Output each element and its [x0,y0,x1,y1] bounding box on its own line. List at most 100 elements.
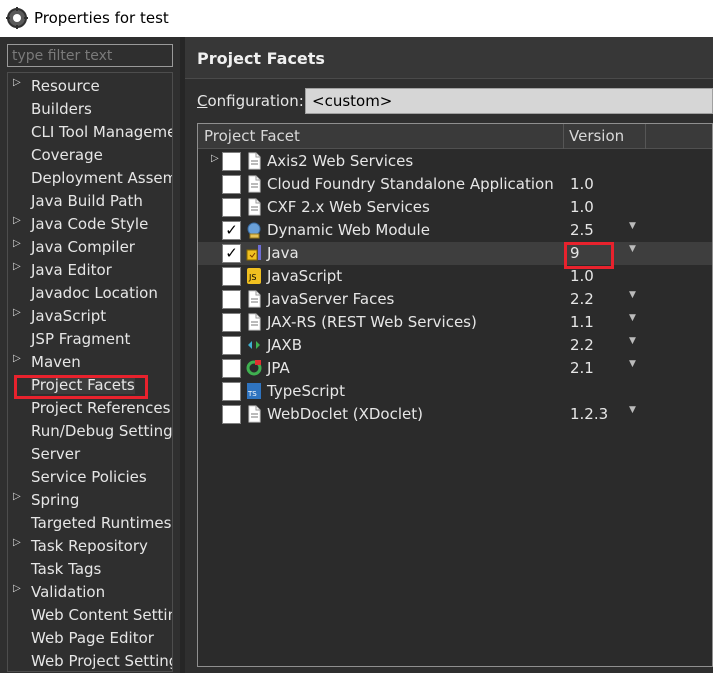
expand-chevron-icon[interactable]: ▷ [13,583,21,594]
document-icon [246,175,262,193]
facet-name: JAX-RS (REST Web Services) [267,313,477,331]
table-row[interactable]: TS TypeScript [198,380,712,403]
sidebar-item-java-editor[interactable]: ▷ Java Editor [8,259,172,282]
sidebar-item-javadoc-location[interactable]: Javadoc Location [8,282,172,305]
jpa-icon [246,359,262,377]
configuration-select[interactable]: <custom> [305,88,713,114]
facet-checkbox[interactable] [222,336,241,355]
sidebar-item-cli-tool-manageme[interactable]: CLI Tool Manageme [8,121,172,144]
facet-checkbox[interactable] [222,198,241,217]
facet-checkbox[interactable] [222,152,241,171]
sidebar-item-maven[interactable]: ▷ Maven [8,351,172,374]
sidebar-item-java-code-style[interactable]: ▷ Java Code Style [8,213,172,236]
sidebar-item-validation[interactable]: ▷ Validation [8,581,172,604]
facet-checkbox[interactable] [222,359,241,378]
dropdown-arrow-icon[interactable]: ▼ [629,359,636,369]
expand-chevron-icon[interactable]: ▷ [13,261,21,272]
sidebar-item-java-build-path[interactable]: Java Build Path [8,190,172,213]
sidebar-item-label: Javadoc Location [31,284,158,302]
sidebar-item-label: Deployment Assemb [31,169,173,187]
facet-version[interactable]: 1.0 [570,267,594,285]
facet-checkbox[interactable] [222,175,241,194]
dropdown-arrow-icon[interactable]: ▼ [629,336,636,346]
configuration-label-text: onfiguration: [207,92,304,110]
facet-name: Dynamic Web Module [267,221,430,239]
facet-checkbox[interactable] [222,382,241,401]
sidebar-item-task-repository[interactable]: ▷ Task Repository [8,535,172,558]
table-row[interactable]: CXF 2.x Web Services 1.0 [198,196,712,219]
dropdown-arrow-icon[interactable]: ▼ [629,221,636,231]
table-row[interactable]: JAXB 2.2 ▼ [198,334,712,357]
sidebar-item-label: JavaScript [31,307,107,325]
facet-version[interactable]: 1.0 [570,175,594,193]
column-header-facet[interactable]: Project Facet [204,127,300,145]
sidebar-item-builders[interactable]: Builders [8,98,172,121]
expand-chevron-icon[interactable]: ▷ [13,215,21,226]
facet-checkbox[interactable]: ✓ [222,244,241,263]
facet-version[interactable]: 1.0 [570,198,594,216]
dropdown-arrow-icon[interactable]: ▼ [629,405,636,415]
sidebar-item-task-tags[interactable]: Task Tags [8,558,172,581]
table-row[interactable]: JavaServer Faces 2.2 ▼ [198,288,712,311]
facet-checkbox[interactable] [222,313,241,332]
sidebar-item-targeted-runtimes[interactable]: Targeted Runtimes [8,512,172,535]
facet-version[interactable]: 1.1 [570,313,594,331]
facet-version[interactable]: 2.2 [570,336,594,354]
sidebar-item-service-policies[interactable]: Service Policies [8,466,172,489]
column-divider[interactable] [645,124,646,149]
sidebar-item-web-project-setting[interactable]: Web Project Setting [8,650,172,671]
sidebar-item-javascript[interactable]: ▷ JavaScript [8,305,172,328]
expand-chevron-icon[interactable]: ▷ [211,153,219,164]
sidebar-item-web-page-editor[interactable]: Web Page Editor [8,627,172,650]
expand-chevron-icon[interactable]: ▷ [13,307,21,318]
sidebar-item-jsp-fragment[interactable]: JSP Fragment [8,328,172,351]
sidebar-item-label: Java Code Style [31,215,149,233]
sidebar-item-run-debug-settings[interactable]: Run/Debug Settings [8,420,172,443]
facet-version[interactable]: 2.2 [570,290,594,308]
table-row[interactable]: ✓ Dynamic Web Module 2.5 ▼ [198,219,712,242]
expand-chevron-icon[interactable]: ▷ [13,491,21,502]
table-row[interactable]: WebDoclet (XDoclet) 1.2.3 ▼ [198,403,712,426]
document-icon [246,313,262,331]
sidebar-item-label: Service Policies [31,468,147,486]
sidebar-item-project-references[interactable]: Project References [8,397,172,420]
table-row[interactable]: JPA 2.1 ▼ [198,357,712,380]
dropdown-arrow-icon[interactable]: ▼ [629,313,636,323]
document-icon [246,152,262,170]
page-title: Project Facets [197,49,325,68]
filter-input[interactable] [7,44,173,67]
expand-chevron-icon[interactable]: ▷ [13,77,21,88]
facet-checkbox[interactable] [222,405,241,424]
sidebar-item-java-compiler[interactable]: ▷ Java Compiler [8,236,172,259]
sidebar-item-deployment-assemb[interactable]: Deployment Assemb [8,167,173,190]
column-divider[interactable] [563,124,564,149]
sidebar-item-spring[interactable]: ▷ Spring [8,489,172,512]
facet-checkbox[interactable] [222,290,241,309]
document-icon [246,290,262,308]
svg-text:JS: JS [248,273,256,282]
facet-checkbox[interactable] [222,267,241,286]
table-row[interactable]: Cloud Foundry Standalone Application 1.0 [198,173,712,196]
table-row[interactable]: JS JavaScript 1.0 [198,265,712,288]
table-row[interactable]: ▷ Axis2 Web Services [198,150,712,173]
sidebar-item-resource[interactable]: ▷ Resource [8,75,172,98]
facet-checkbox[interactable]: ✓ [222,221,241,240]
sidebar-item-label: Validation [31,583,106,601]
expand-chevron-icon[interactable]: ▷ [13,238,21,249]
sidebar-item-coverage[interactable]: Coverage [8,144,172,167]
expand-chevron-icon[interactable]: ▷ [13,537,21,548]
facet-version[interactable]: 2.5 [570,221,594,239]
sidebar-item-web-content-settin[interactable]: Web Content Settin [8,604,172,627]
facet-version[interactable]: 2.1 [570,359,594,377]
dropdown-arrow-icon[interactable]: ▼ [629,290,636,300]
dropdown-arrow-icon[interactable]: ▼ [629,244,636,254]
expand-chevron-icon[interactable]: ▷ [13,353,21,364]
sidebar-item-server[interactable]: Server [8,443,172,466]
table-row[interactable]: ✓ Java 9 ▼ [198,242,712,269]
sidebar-item-label: Web Page Editor [31,629,154,647]
table-header: Project Facet Version [198,124,712,149]
facet-version[interactable]: 1.2.3 [570,405,608,423]
sidebar-item-project-facets[interactable]: Project Facets [8,374,172,399]
table-row[interactable]: JAX-RS (REST Web Services) 1.1 ▼ [198,311,712,334]
column-header-version[interactable]: Version [569,127,624,145]
